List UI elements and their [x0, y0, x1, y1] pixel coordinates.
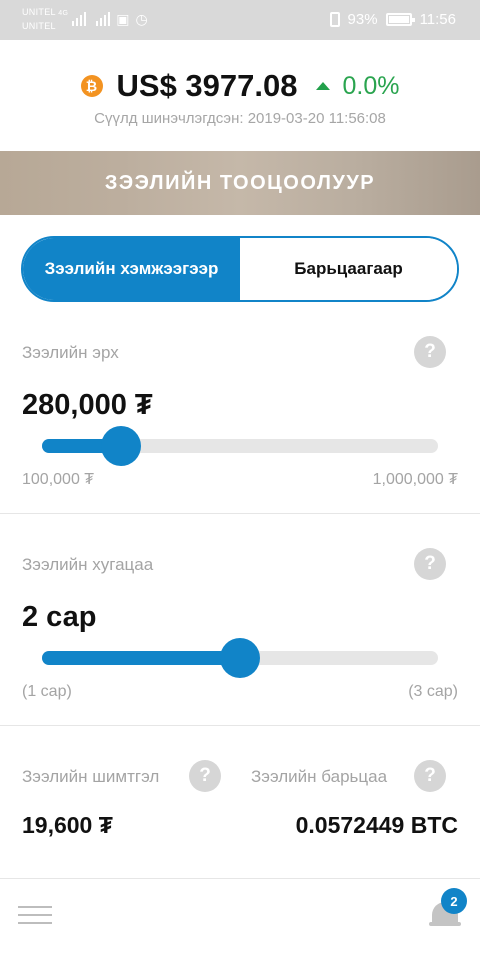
arrow-up-icon: [315, 82, 330, 90]
signal-icon: [72, 12, 87, 26]
hamburger-menu-icon[interactable]: [18, 906, 52, 924]
loan-term-slider[interactable]: [42, 638, 438, 678]
help-icon[interactable]: ?: [414, 548, 446, 580]
status-time: 11:56: [419, 11, 456, 28]
page-title: ЗЭЭЛИЙН ТООЦООЛУУР: [104, 171, 376, 194]
loan-fee-value: 19,600 ₮: [22, 812, 113, 838]
loan-amount-slider[interactable]: [42, 426, 438, 466]
vibrate-icon: [329, 12, 340, 27]
price-row: ₿ US$ 3977.08 0.0%: [0, 68, 480, 104]
slider-thumb[interactable]: [101, 426, 142, 466]
loan-term-min: (1 сар): [22, 683, 72, 700]
loan-collateral-value: 0.0572449 BTC: [295, 812, 458, 838]
last-updated: Сүүлд шинэчлэгдсэн: 2019-03-20 11:56:08: [94, 110, 386, 127]
battery-icon: [385, 13, 415, 26]
help-icon[interactable]: ?: [414, 336, 446, 368]
bitcoin-icon: ₿: [80, 75, 103, 97]
carrier-1-tech: 4G: [58, 10, 69, 17]
tab-by-loan-amount[interactable]: Зээлийн хэмжээгээр: [23, 238, 240, 300]
help-icon[interactable]: ?: [189, 760, 221, 792]
price-change: 0.0%: [342, 71, 400, 100]
carrier-info: UNITEL 4G UNITEL: [22, 6, 68, 32]
divider: [0, 725, 480, 726]
alarm-icon: ◷: [135, 11, 148, 27]
carrier-1: UNITEL: [22, 7, 56, 17]
carrier-2: UNITEL: [22, 21, 56, 31]
nfc-icon: ▣: [116, 11, 130, 27]
page-banner: ЗЭЭЛИЙН ТООЦООЛУУР: [0, 151, 480, 215]
divider: [0, 513, 480, 514]
loan-term-value: 2 сар: [22, 601, 97, 633]
loan-term-max: (3 сар): [408, 683, 458, 700]
loan-fee-label: Зээлийн шимтгэл: [22, 767, 160, 786]
battery-percent: 93%: [347, 11, 378, 28]
loan-amount-label: Зээлийн эрх: [22, 343, 119, 362]
status-left: UNITEL 4G UNITEL ▣ ◷: [22, 6, 148, 32]
loan-collateral-label: Зээлийн барьцаа: [251, 767, 388, 786]
loan-term-label: Зээлийн хугацаа: [22, 555, 154, 574]
notification-badge[interactable]: 2: [441, 888, 467, 914]
btc-price: US$ 3977.08: [116, 68, 298, 103]
slider-thumb[interactable]: [220, 638, 260, 678]
signal-2-icon: [96, 12, 111, 26]
loan-amount-max: 1,000,000 ₮: [372, 471, 458, 488]
tab-by-collateral[interactable]: Барьцаагаар: [240, 238, 457, 300]
slider-fill: [42, 651, 240, 665]
loan-amount-value: 280,000 ₮: [22, 389, 153, 421]
divider: [0, 878, 480, 879]
status-bar: UNITEL 4G UNITEL ▣ ◷ 93% 11:56: [0, 0, 480, 40]
help-icon[interactable]: ?: [414, 760, 446, 792]
status-right: 93% 11:56: [329, 11, 456, 28]
calc-mode-toggle: Зээлийн хэмжээгээр Барьцаагаар: [21, 236, 459, 302]
loan-amount-min: 100,000 ₮: [22, 471, 95, 488]
